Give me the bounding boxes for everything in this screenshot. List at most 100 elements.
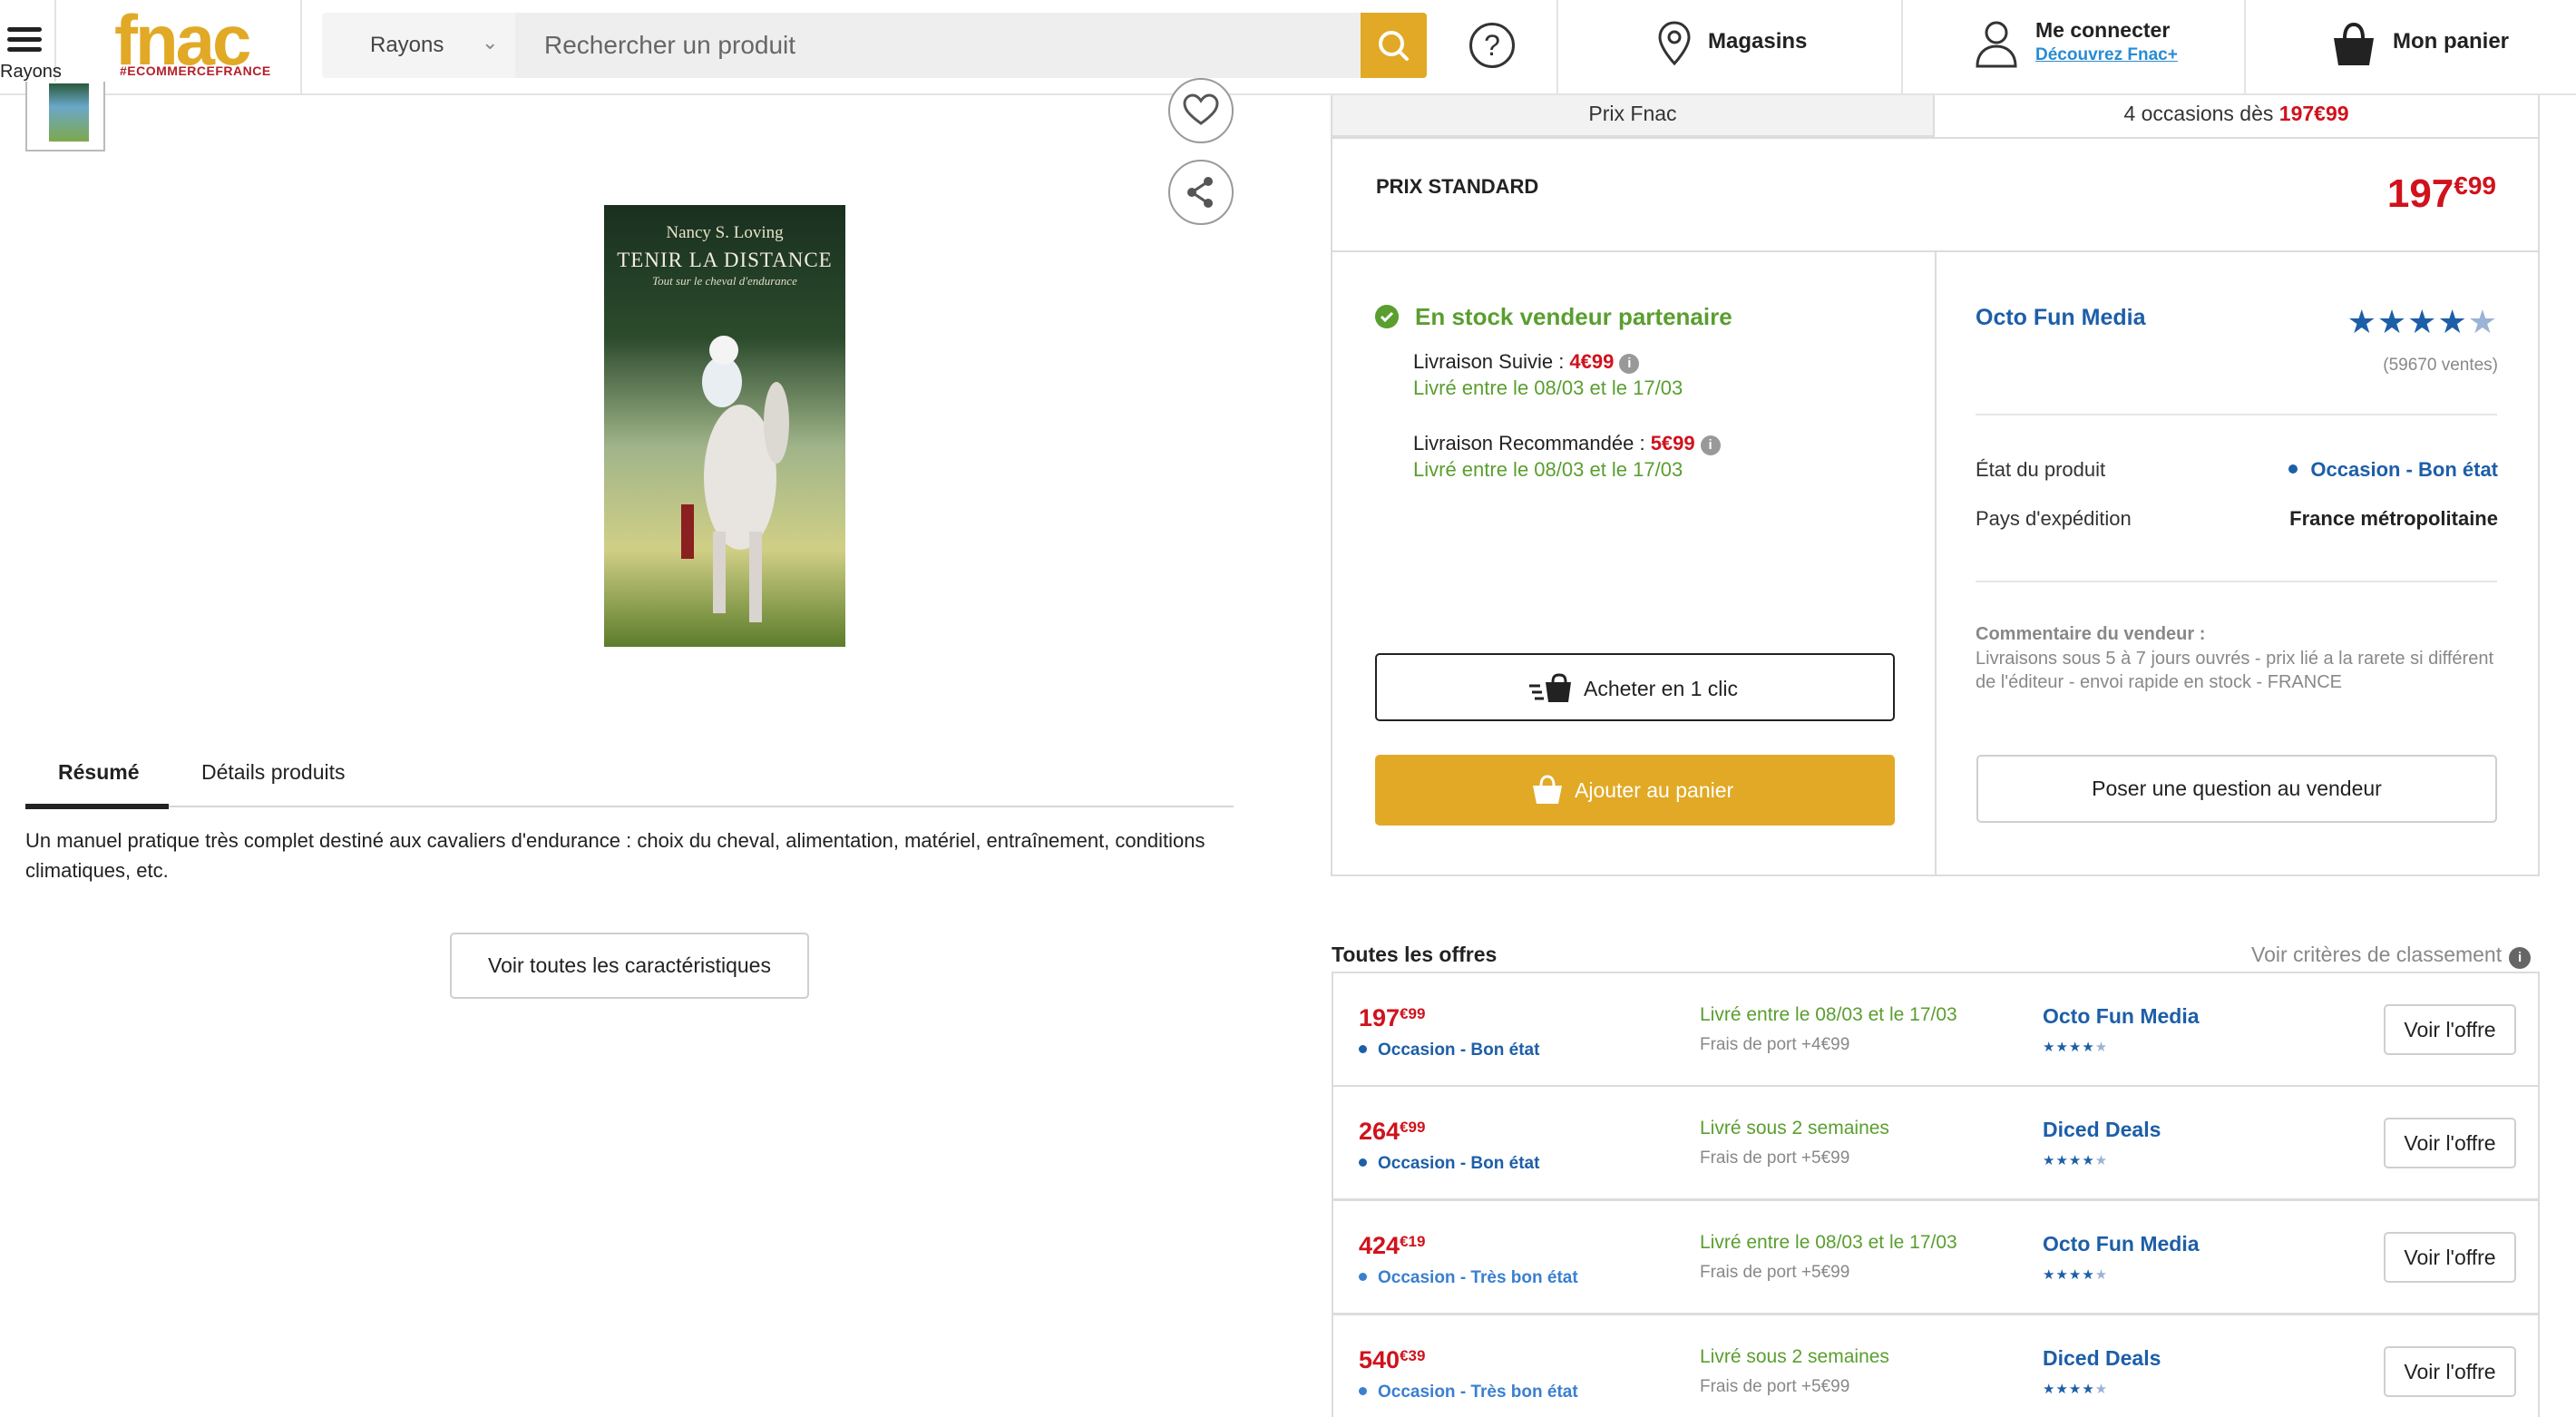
offer-seller-link[interactable]: Octo Fun Media <box>2043 1004 2200 1029</box>
site-header: Rayons fnac #ECOMMERCEFRANCE Rayons ⌄ ? … <box>0 0 2576 95</box>
tab-prix-fnac-label: Prix Fnac <box>1588 102 1677 125</box>
product-summary: Un manuel pratique très complet destiné … <box>25 829 1205 882</box>
delivery-tracked-price: 4€99 <box>1569 350 1615 373</box>
offer-condition-text: Occasion - Bon état <box>1378 1154 1540 1173</box>
search-icon <box>1379 31 1409 61</box>
shipping-country-value: France métropolitaine <box>2289 507 2498 530</box>
cover-title: TENIR LA DISTANCE <box>617 249 833 271</box>
offer-shipping-fees: Frais de port +5€99 <box>1700 1148 1850 1168</box>
logo-tagline: #ECOMMERCEFRANCE <box>120 64 271 78</box>
condition-dot-icon <box>1359 1273 1367 1281</box>
info-icon[interactable]: i <box>1619 354 1640 374</box>
location-pin-icon <box>1658 21 1691 66</box>
tab-resume[interactable]: Résumé <box>58 760 139 785</box>
search-category-select[interactable]: Rayons ⌄ <box>322 13 515 78</box>
offer-shipping-fees: Frais de port +5€99 <box>1700 1377 1850 1396</box>
product-tabs: Résumé Détails produits <box>25 744 1234 809</box>
view-offer-button[interactable]: Voir l'offre <box>2384 1118 2516 1168</box>
cover-subtitle: Tout sur le cheval d'endurance <box>652 274 797 288</box>
help-icon: ? <box>1469 23 1515 68</box>
search-input[interactable] <box>515 13 1362 78</box>
divider <box>1976 414 2497 415</box>
offer-price-dec: €99 <box>1400 1119 1426 1136</box>
stores-link[interactable]: Magasins <box>1558 0 1903 93</box>
tab-occasions[interactable]: 4 occasions dès 197€99 <box>1935 95 2538 137</box>
all-offers-title: Toutes les offres <box>1332 943 1498 966</box>
ask-seller-question-button[interactable]: Poser une question au vendeur <box>1976 755 2497 823</box>
occasions-price: 197€99 <box>2278 102 2349 125</box>
share-icon <box>1187 177 1213 208</box>
see-all-characteristics-button[interactable]: Voir toutes les caractéristiques <box>450 933 809 999</box>
offer-price-dec: €19 <box>1400 1233 1426 1250</box>
product-state-text: Occasion - Bon état <box>2310 458 2498 481</box>
delivery-registered: Livraison Recommandée : 5€99 i <box>1413 432 1721 455</box>
offer-shipping-fees: Frais de port +4€99 <box>1700 1035 1850 1054</box>
view-offer-button[interactable]: Voir l'offre <box>2384 1232 2516 1283</box>
stores-label: Magasins <box>1708 29 1808 54</box>
cart-bag-icon <box>2334 22 2374 65</box>
offer-seller-link[interactable]: Octo Fun Media <box>2043 1232 2200 1256</box>
share-button[interactable] <box>1168 160 1234 225</box>
cart-link[interactable]: Mon panier <box>2246 0 2576 93</box>
seller-comment-body: Livraisons sous 5 à 7 jours ouvrés - pri… <box>1976 649 2494 692</box>
offer-condition-text: Occasion - Très bon état <box>1378 1268 1578 1287</box>
offer-row[interactable]: 540€39 Occasion - Très bon état Livré so… <box>1332 1314 2540 1417</box>
login-label: Me connecter <box>2035 18 2171 42</box>
delivery-registered-price: 5€99 <box>1650 432 1695 454</box>
product-state-value: Occasion - Bon état <box>2288 458 2498 482</box>
product-state-label: État du produit <box>1976 458 2106 481</box>
active-tab-indicator <box>25 804 169 809</box>
add-to-cart-button[interactable]: Ajouter au panier <box>1375 755 1895 826</box>
view-offer-button[interactable]: Voir l'offre <box>2384 1004 2516 1055</box>
fnac-plus-link[interactable]: Découvrez Fnac+ <box>2035 45 2178 65</box>
offer-seller-link[interactable]: Diced Deals <box>2043 1346 2161 1371</box>
fnac-logo[interactable]: fnac #ECOMMERCEFRANCE <box>56 0 302 93</box>
standard-price-label: PRIX STANDARD <box>1376 175 1539 198</box>
offer-condition-text: Occasion - Bon état <box>1378 1041 1540 1060</box>
offer-price: 424€19 <box>1359 1232 1425 1260</box>
chevron-down-icon: ⌄ <box>482 31 499 54</box>
offer-seller-link[interactable]: Diced Deals <box>2043 1118 2161 1142</box>
offer-condition: Occasion - Très bon état <box>1359 1383 1578 1402</box>
buy-one-click-button[interactable]: Acheter en 1 clic <box>1375 653 1895 721</box>
divider <box>1976 581 2497 582</box>
standard-price-row[interactable]: PRIX STANDARD 197€99 <box>1332 137 2538 252</box>
offer-condition-text: Occasion - Très bon état <box>1378 1383 1578 1402</box>
offer-delivery: Livré sous 2 semaines <box>1700 1346 1889 1367</box>
ranking-criteria-link[interactable]: Voir critères de classement i <box>2251 943 2532 969</box>
heart-icon <box>1183 93 1219 125</box>
tab-prix-fnac[interactable]: Prix Fnac <box>1331 95 1935 137</box>
seller-rating-stars: ★★★★★ <box>2347 303 2498 340</box>
buy-one-click-label: Acheter en 1 clic <box>1584 677 1739 700</box>
delivery-tracked: Livraison Suivie : 4€99 i <box>1413 350 1640 374</box>
help-button[interactable]: ? <box>1442 0 1558 93</box>
check-circle-icon <box>1375 305 1399 328</box>
standard-price-int: 197 <box>2386 171 2454 216</box>
cart-label: Mon panier <box>2393 29 2510 54</box>
offer-price-dec: €99 <box>1400 1005 1426 1022</box>
account-link[interactable]: Me connecter Découvrez Fnac+ <box>1903 0 2246 93</box>
tab-occasions-label: 4 occasions dès 197€99 <box>1935 95 2538 132</box>
view-offer-button[interactable]: Voir l'offre <box>2384 1346 2516 1397</box>
offer-row[interactable]: 197€99 Occasion - Bon état Livré entre l… <box>1332 972 2540 1087</box>
search-button[interactable] <box>1361 13 1427 78</box>
delivery-tracked-label: Livraison Suivie : <box>1413 350 1570 373</box>
product-thumbnail[interactable] <box>25 82 105 151</box>
wishlist-button[interactable] <box>1168 78 1234 143</box>
condition-dot-icon <box>1359 1387 1367 1395</box>
menu-button[interactable]: Rayons <box>0 0 62 93</box>
cart-bag-icon <box>1533 775 1562 804</box>
seller-name-link[interactable]: Octo Fun Media <box>1976 305 2146 331</box>
offer-row[interactable]: 264€99 Occasion - Bon état Livré sous 2 … <box>1332 1085 2540 1200</box>
stock-status-text: En stock vendeur partenaire <box>1415 303 1732 330</box>
user-icon <box>1976 21 2017 68</box>
offer-price-int: 540 <box>1359 1346 1400 1373</box>
delivery-registered-label: Livraison Recommandée : <box>1413 432 1651 454</box>
offer-price: 197€99 <box>1359 1004 1425 1032</box>
tab-details[interactable]: Détails produits <box>201 760 346 785</box>
standard-price-dec: €99 <box>2454 171 2496 200</box>
seller-comment-title: Commentaire du vendeur : <box>1976 624 2206 644</box>
info-icon[interactable]: i <box>1700 435 1721 455</box>
offer-row[interactable]: 424€19 Occasion - Très bon état Livré en… <box>1332 1199 2540 1314</box>
product-cover-image[interactable]: Nancy S. Loving TENIR LA DISTANCE Tout s… <box>604 205 845 647</box>
